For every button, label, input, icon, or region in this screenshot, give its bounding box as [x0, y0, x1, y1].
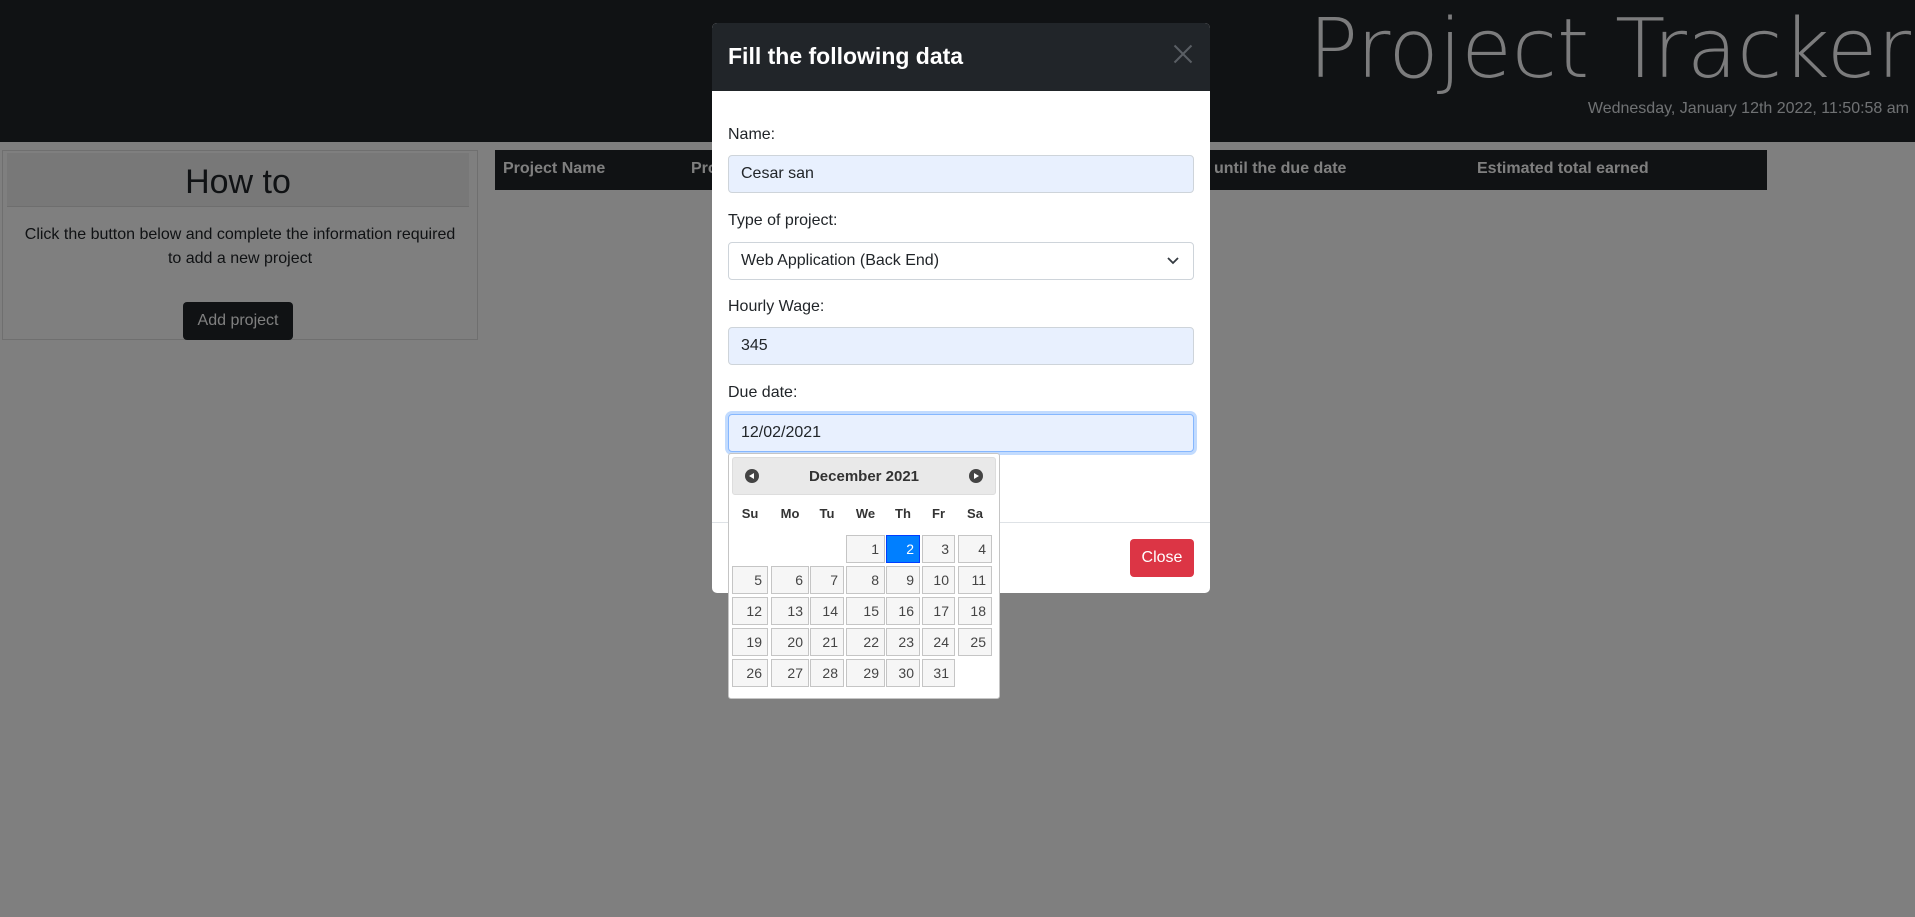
- project-type-label: Type of project:: [728, 212, 838, 229]
- datepicker-day[interactable]: 22: [846, 628, 885, 656]
- datepicker-day[interactable]: 8: [846, 566, 885, 594]
- datepicker-day[interactable]: 5: [732, 566, 768, 594]
- hourly-wage-input[interactable]: 345: [728, 327, 1194, 365]
- datepicker-day[interactable]: 11: [958, 566, 992, 594]
- due-date-input[interactable]: 12/02/2021: [728, 414, 1194, 452]
- close-button[interactable]: Close: [1130, 539, 1194, 577]
- project-type-selected: Web Application (Back End): [741, 252, 940, 269]
- weekday-header: We: [855, 506, 876, 521]
- datepicker-day[interactable]: 10: [922, 566, 955, 594]
- name-label: Name:: [728, 126, 776, 143]
- datepicker-day[interactable]: 26: [732, 659, 768, 687]
- datepicker-day[interactable]: 23: [886, 628, 920, 656]
- datepicker-day[interactable]: 12: [732, 597, 768, 625]
- datepicker-day[interactable]: 3: [922, 535, 955, 563]
- weekday-header: Fr: [932, 506, 945, 521]
- datepicker-day[interactable]: 31: [922, 659, 955, 687]
- datepicker-header: December 2021: [732, 457, 996, 495]
- weekday-header: Mo: [780, 506, 800, 521]
- close-icon[interactable]: [1170, 41, 1196, 67]
- datepicker-day[interactable]: 25: [958, 628, 992, 656]
- weekday-header: Sa: [967, 506, 983, 521]
- chevron-down-icon: [1167, 257, 1179, 265]
- datepicker-day[interactable]: 18: [958, 597, 992, 625]
- datepicker-day[interactable]: 27: [771, 659, 809, 687]
- datepicker-day[interactable]: 28: [810, 659, 844, 687]
- datepicker-month-title: December 2021: [808, 468, 920, 485]
- datepicker-day[interactable]: 21: [810, 628, 844, 656]
- datepicker-day[interactable]: 15: [846, 597, 885, 625]
- hourly-wage-label: Hourly Wage:: [728, 298, 825, 315]
- next-month-icon[interactable]: [969, 469, 983, 483]
- datepicker-day-selected[interactable]: 2: [886, 535, 920, 563]
- weekday-header: Su: [741, 506, 759, 521]
- datepicker-day[interactable]: 9: [886, 566, 920, 594]
- project-type-select[interactable]: Web Application (Back End): [728, 242, 1194, 280]
- datepicker-day[interactable]: 19: [732, 628, 768, 656]
- name-input[interactable]: Cesar san: [728, 155, 1194, 193]
- datepicker-day[interactable]: 4: [958, 535, 992, 563]
- datepicker: December 2021 Su Mo Tu We Th Fr Sa 1 2 3 4 5 6 7 8 9 10 1…: [728, 453, 1000, 699]
- datepicker-day[interactable]: 24: [922, 628, 955, 656]
- datepicker-day[interactable]: 14: [810, 597, 844, 625]
- datepicker-day[interactable]: 20: [771, 628, 809, 656]
- weekday-header: Tu: [819, 506, 835, 521]
- datepicker-day[interactable]: 29: [846, 659, 885, 687]
- datepicker-day[interactable]: 1: [846, 535, 885, 563]
- datepicker-day[interactable]: 6: [771, 566, 809, 594]
- datepicker-day[interactable]: 7: [810, 566, 844, 594]
- datepicker-day[interactable]: 13: [771, 597, 809, 625]
- weekday-header: Th: [895, 506, 911, 521]
- datepicker-day[interactable]: 17: [922, 597, 955, 625]
- datepicker-day[interactable]: 30: [886, 659, 920, 687]
- modal-title: Fill the following data: [728, 43, 964, 69]
- datepicker-day[interactable]: 16: [886, 597, 920, 625]
- modal-header: Fill the following data: [712, 23, 1210, 91]
- due-date-label: Due date:: [728, 384, 798, 401]
